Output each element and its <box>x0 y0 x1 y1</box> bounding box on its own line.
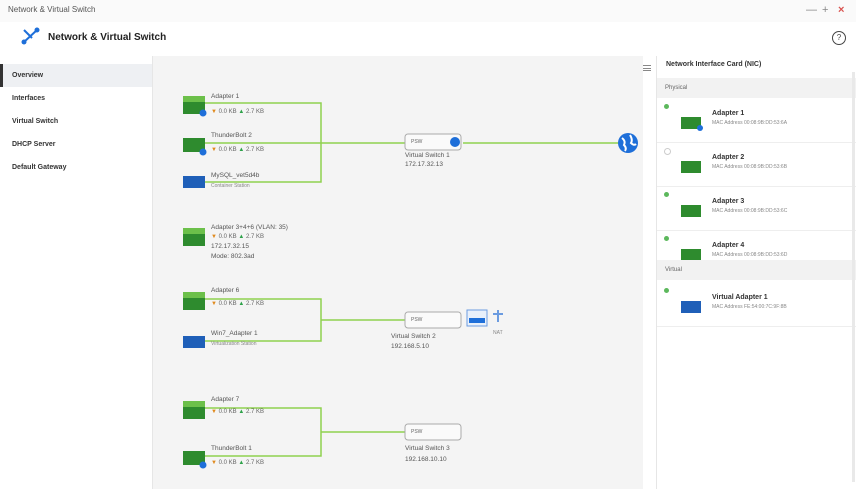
ethernet-port-icon <box>183 292 205 310</box>
topology-canvas: Adapter 1 ▼ 0.0 KB ▲ 2.7 KB ThunderBolt … <box>153 56 643 489</box>
nic-mac: MAC Address FE:54:00:7C:9F:8B <box>712 304 787 310</box>
maximize-button[interactable]: + <box>822 3 828 17</box>
minimize-button[interactable]: — <box>806 3 817 17</box>
nic-name: Adapter 1 <box>712 110 745 117</box>
thunderbolt-port-icon <box>183 451 207 469</box>
sidebar-item-overview[interactable]: Overview <box>0 64 152 87</box>
win7-label: Win7_Adapter 1 <box>211 330 258 337</box>
switch-1-label: Virtual Switch 1 <box>405 152 450 159</box>
sidebar-item-virtual-switch[interactable]: Virtual Switch <box>0 110 152 133</box>
virtual-adapter-icon <box>183 336 205 348</box>
nic-item[interactable]: Adapter 1 MAC Address 00:08:9B:DD:53:6A <box>657 98 856 143</box>
thunderbolt-2-label: ThunderBolt 2 <box>211 132 252 139</box>
adapter-7-traffic: ▼ 0.0 KB ▲ 2.7 KB <box>211 409 264 415</box>
win7-sub: Virtualization Station <box>211 341 257 347</box>
nic-mac: MAC Address 00:08:9B:DD:53:6C <box>712 208 788 214</box>
physical-section-header: Physical <box>657 78 856 98</box>
ethernet-port-icon <box>681 117 703 131</box>
nic-panel-title: Network Interface Card (NIC) <box>666 61 762 68</box>
virtual-adapter-icon <box>183 176 205 188</box>
app-header: Network & Virtual Switch ? <box>0 22 856 52</box>
switch-1-ip: 172.17.32.13 <box>405 161 443 168</box>
sidebar-item-dhcp-server[interactable]: DHCP Server <box>0 133 152 156</box>
switch-3-label: Virtual Switch 3 <box>405 445 450 452</box>
switch-2-box: PSW <box>411 317 423 323</box>
ethernet-port-icon <box>183 401 205 419</box>
nic-panel: Network Interface Card (NIC) Physical Ad… <box>656 56 856 489</box>
switch-3-ip: 192.168.10.10 <box>405 456 447 463</box>
close-button[interactable]: × <box>838 3 844 17</box>
panel-scrollbar[interactable] <box>852 72 855 482</box>
nic-item[interactable]: Adapter 2 MAC Address 00:08:9B:DD:53:6B <box>657 142 856 187</box>
nic-item[interactable]: Virtual Adapter 1 MAC Address FE:54:00:7… <box>657 282 856 327</box>
ethernet-port-icon <box>183 96 207 117</box>
nic-name: Adapter 4 <box>712 242 745 249</box>
status-dot-icon <box>664 148 671 155</box>
adapter-bond-label: Adapter 3+4+6 (VLAN: 35) <box>211 224 288 231</box>
virtual-section-header: Virtual <box>657 260 856 280</box>
sidebar: Overview Interfaces Virtual Switch DHCP … <box>0 56 153 489</box>
adapter-1-traffic: ▼ 0.0 KB ▲ 2.7 KB <box>211 109 264 115</box>
adapter-bond-traffic: ▼ 0.0 KB ▲ 2.7 KB <box>211 234 264 240</box>
nic-name: Adapter 2 <box>712 154 745 161</box>
switch-2-ip: 192.168.5.10 <box>391 343 429 350</box>
switch-1-box: PSW <box>411 139 423 145</box>
panel-toggle-icon[interactable] <box>643 64 651 72</box>
adapter-6-traffic: ▼ 0.0 KB ▲ 2.7 KB <box>211 301 264 307</box>
window-title: Network & Virtual Switch <box>8 5 96 14</box>
globe-internet-icon[interactable] <box>617 132 639 154</box>
connection-lines <box>201 102 623 457</box>
switch-2-label: Virtual Switch 2 <box>391 333 436 340</box>
sidebar-item-interfaces[interactable]: Interfaces <box>0 87 152 110</box>
nic-item[interactable]: Adapter 3 MAC Address 00:08:9B:DD:53:6C <box>657 186 856 231</box>
network-switch-logo-icon <box>21 27 40 45</box>
help-icon[interactable]: ? <box>832 31 846 45</box>
nic-mac: MAC Address 00:08:9B:DD:53:6B <box>712 164 788 170</box>
adapter-7-label: Adapter 7 <box>211 396 240 403</box>
mysql-label: MySQL_vet5d4b <box>211 172 260 179</box>
thunderbolt-1-label: ThunderBolt 1 <box>211 445 252 452</box>
status-dot-icon <box>664 288 669 293</box>
nic-name: Adapter 3 <box>712 198 745 205</box>
thunderbolt-1-traffic: ▼ 0.0 KB ▲ 2.7 KB <box>211 460 264 466</box>
adapter-1-label: Adapter 1 <box>211 93 240 100</box>
ethernet-port-icon <box>681 161 701 173</box>
status-dot-icon <box>664 192 669 197</box>
ethernet-port-icon <box>183 228 205 246</box>
thunderbolt-2-traffic: ▼ 0.0 KB ▲ 2.7 KB <box>211 147 264 153</box>
mysql-sub: Container Station <box>211 183 250 189</box>
ethernet-port-icon <box>681 205 701 217</box>
nic-mac: MAC Address 00:08:9B:DD:53:6A <box>712 120 788 126</box>
nat-router-icon[interactable] <box>466 308 507 330</box>
adapter-6-label: Adapter 6 <box>211 287 240 294</box>
adapter-bond-mode: Mode: 802.3ad <box>211 253 255 260</box>
status-dot-icon <box>664 104 669 109</box>
sidebar-item-default-gateway[interactable]: Default Gateway <box>0 156 152 179</box>
switch-3-box: PSW <box>411 429 423 435</box>
status-dot-icon <box>664 236 669 241</box>
thunderbolt-port-icon <box>183 138 207 156</box>
window-titlebar: Network & Virtual Switch — + × <box>0 0 856 23</box>
nic-mac: MAC Address 00:08:9B:DD:53:6D <box>712 252 788 258</box>
nic-name: Virtual Adapter 1 <box>712 294 768 301</box>
adapter-bond-ip: 172.17.32.15 <box>211 243 249 250</box>
nat-label: NAT <box>493 330 503 336</box>
virtual-adapter-icon <box>681 301 701 313</box>
app-name: Network & Virtual Switch <box>48 32 167 43</box>
